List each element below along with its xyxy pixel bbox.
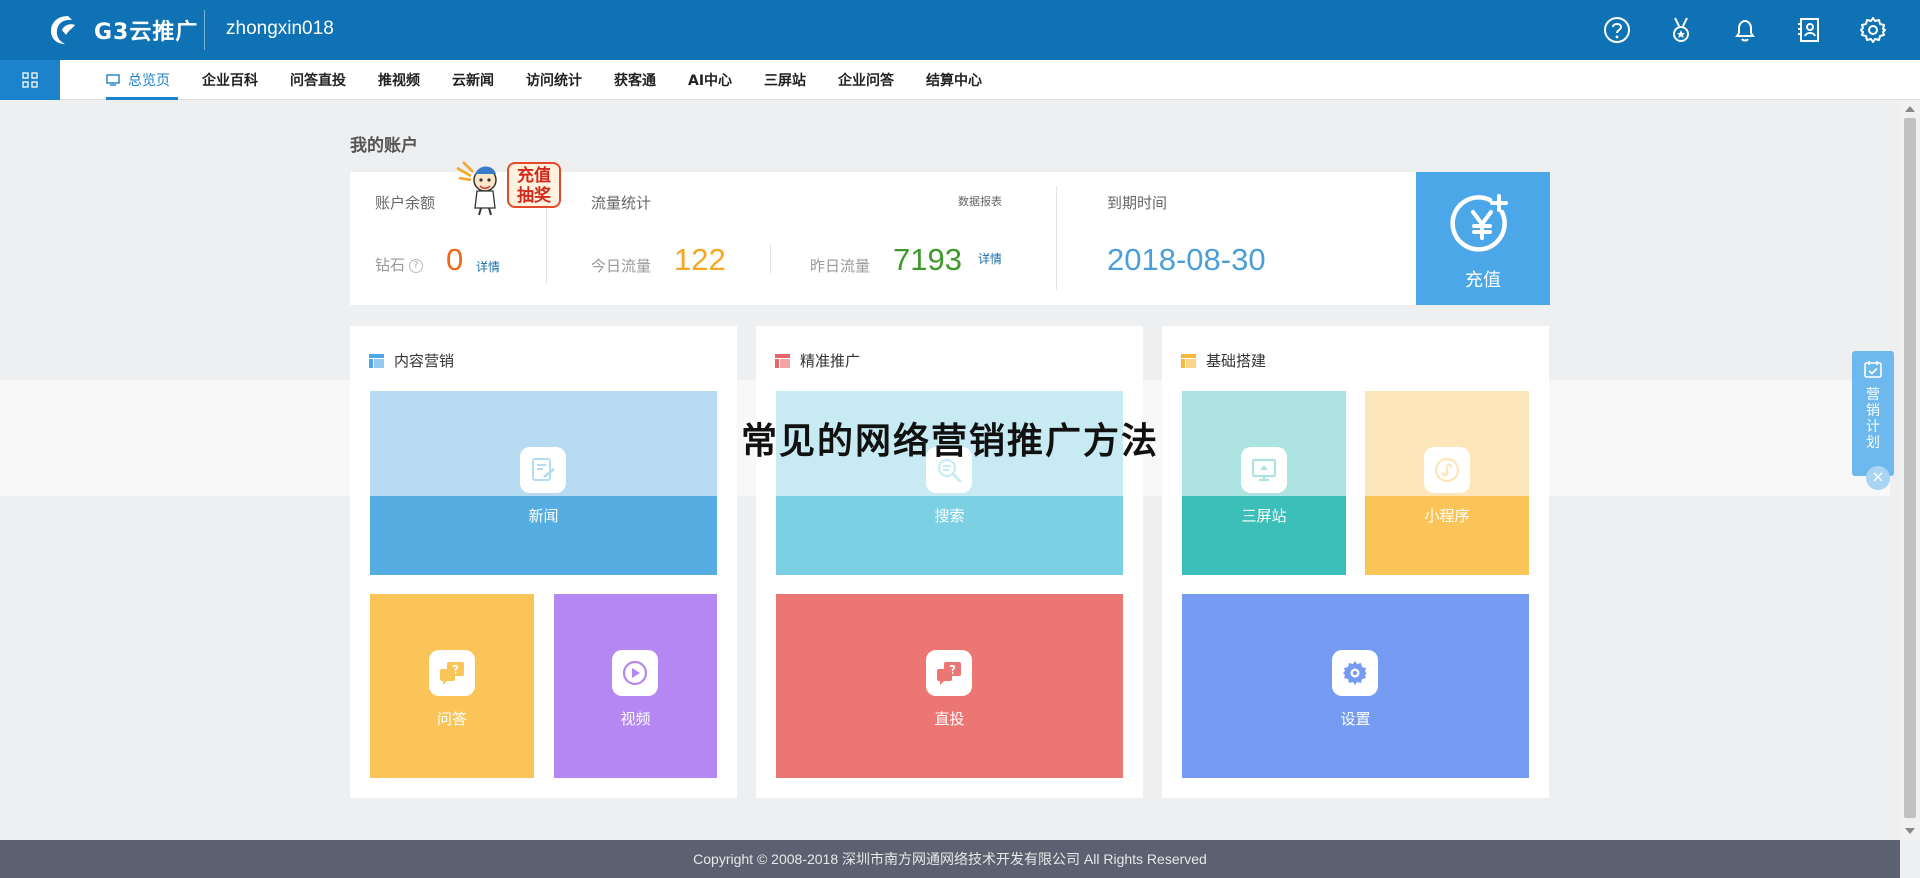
- close-icon[interactable]: ×: [1866, 466, 1890, 490]
- tile-label: 小程序: [1424, 507, 1470, 525]
- today-traffic-label: 今日流量: [591, 257, 652, 275]
- scroll-thumb[interactable]: [1904, 118, 1916, 818]
- traffic-label: 流量统计: [591, 194, 652, 212]
- logo-mark-icon: [51, 16, 75, 44]
- gear-icon: [1332, 650, 1378, 696]
- data-report-link[interactable]: 数据报表: [958, 193, 1002, 209]
- tile-video[interactable]: 视频: [554, 594, 717, 778]
- balance-label: 账户余额: [375, 194, 436, 212]
- tile-label: 搜索: [934, 507, 965, 525]
- tile-label: 三屏站: [1241, 507, 1287, 525]
- recharge-button[interactable]: 充值: [1416, 172, 1550, 305]
- top-bar: G3云推广 zhongxin018: [0, 0, 1920, 60]
- header-divider: [204, 10, 205, 50]
- video-play-icon: [612, 650, 658, 696]
- layout-icon: [1181, 353, 1196, 368]
- tab-enterprise-qa[interactable]: 企业问答: [838, 60, 894, 100]
- monitor-icon: [106, 74, 120, 86]
- promo-text: 充值抽奖: [507, 162, 561, 208]
- logo[interactable]: G3云推广: [48, 12, 198, 48]
- tile-label: 设置: [1340, 710, 1371, 728]
- tile-label: 问答: [436, 710, 467, 728]
- medal-icon[interactable]: [1666, 15, 1696, 45]
- header-icons: [1602, 15, 1888, 45]
- copyright-text: Copyright © 2008-2018 深圳市南方网通网络技术开发有限公司 …: [693, 851, 1207, 867]
- marketing-plan-float-button[interactable]: 营销计划: [1852, 351, 1894, 476]
- tab-video[interactable]: 推视频: [378, 60, 420, 100]
- gear-icon[interactable]: [1858, 15, 1888, 45]
- panel-header: 内容营销: [369, 350, 454, 371]
- yesterday-traffic-label: 昨日流量: [810, 257, 871, 275]
- diamond-label: 钻石: [375, 256, 406, 274]
- divider: [770, 244, 771, 274]
- tile-label: 直投: [934, 710, 965, 728]
- username[interactable]: zhongxin018: [226, 18, 334, 40]
- divider: [1056, 186, 1057, 290]
- marketing-plan-label: 营销计划: [1866, 387, 1880, 451]
- expire-date: 2018-08-30: [1107, 242, 1266, 277]
- nav-bar: 总览页 企业百科 问答直投 推视频 云新闻 访问统计 获客通 AI中心 三屏站 …: [0, 60, 1920, 100]
- yuan-plus-icon: [1450, 194, 1508, 252]
- tab-customer-acquisition[interactable]: 获客通: [614, 60, 656, 100]
- page-scrollbar[interactable]: [1900, 100, 1920, 840]
- help-icon[interactable]: ?: [409, 258, 424, 273]
- scroll-up-arrow-icon[interactable]: [1905, 106, 1915, 112]
- footer: Copyright © 2008-2018 深圳市南方网通网络技术开发有限公司 …: [0, 840, 1900, 878]
- tab-cloud-news[interactable]: 云新闻: [452, 60, 494, 100]
- layout-icon: [369, 353, 384, 368]
- qa-icon: ?: [429, 650, 475, 696]
- tile-settings[interactable]: 设置: [1182, 594, 1529, 778]
- yesterday-detail-link[interactable]: 详情: [978, 250, 1002, 267]
- today-traffic-value: 122: [674, 242, 726, 277]
- tile-direct[interactable]: ? 直投: [776, 594, 1123, 778]
- diamond-label-wrap: 钻石?: [375, 254, 424, 275]
- tab-visit-stats[interactable]: 访问统计: [526, 60, 582, 100]
- tile-label: 视频: [620, 710, 651, 728]
- recharge-label: 充值: [1465, 270, 1501, 291]
- tab-ai-center[interactable]: AI中心: [688, 60, 732, 100]
- banner-title: 常见的网络营销推广方法: [740, 421, 1159, 462]
- tab-three-screen-site[interactable]: 三屏站: [764, 60, 806, 100]
- tab-encyclopedia[interactable]: 企业百科: [202, 60, 258, 100]
- tab-overview[interactable]: 总览页: [106, 60, 178, 100]
- logo-text: G3云推广: [94, 20, 199, 45]
- apps-grid-button[interactable]: [0, 60, 60, 100]
- mascot-icon: [456, 161, 497, 216]
- tab-qa-direct[interactable]: 问答直投: [290, 60, 346, 100]
- calendar-check-icon: [1864, 361, 1882, 378]
- help-icon[interactable]: [1602, 15, 1632, 45]
- panel-header: 基础搭建: [1181, 350, 1266, 371]
- recharge-lottery-badge[interactable]: 充值抽奖: [455, 158, 563, 218]
- tab-label: 总览页: [128, 73, 170, 89]
- panel-header: 精准推广: [775, 350, 860, 371]
- layout-icon: [775, 353, 790, 368]
- direct-qa-icon: ?: [926, 650, 972, 696]
- account-section-title: 我的账户: [350, 136, 418, 156]
- panel-title: 内容营销: [394, 352, 455, 370]
- tile-label: 新闻: [528, 507, 559, 525]
- yesterday-traffic-value: 7193: [893, 242, 962, 277]
- bell-icon[interactable]: [1730, 15, 1760, 45]
- scroll-down-arrow-icon[interactable]: [1905, 828, 1915, 834]
- expire-label: 到期时间: [1107, 194, 1168, 212]
- contacts-icon[interactable]: [1794, 15, 1824, 45]
- nav-tabs: 总览页 企业百科 问答直投 推视频 云新闻 访问统计 获客通 AI中心 三屏站 …: [106, 60, 1014, 100]
- tab-settlement[interactable]: 结算中心: [926, 60, 982, 100]
- tile-qa[interactable]: ? 问答: [370, 594, 534, 778]
- diamond-value: 0: [446, 242, 464, 277]
- panel-title: 基础搭建: [1206, 352, 1267, 370]
- panel-title: 精准推广: [800, 352, 861, 370]
- diamond-detail-link[interactable]: 详情: [476, 258, 500, 275]
- grid-icon: [22, 72, 38, 88]
